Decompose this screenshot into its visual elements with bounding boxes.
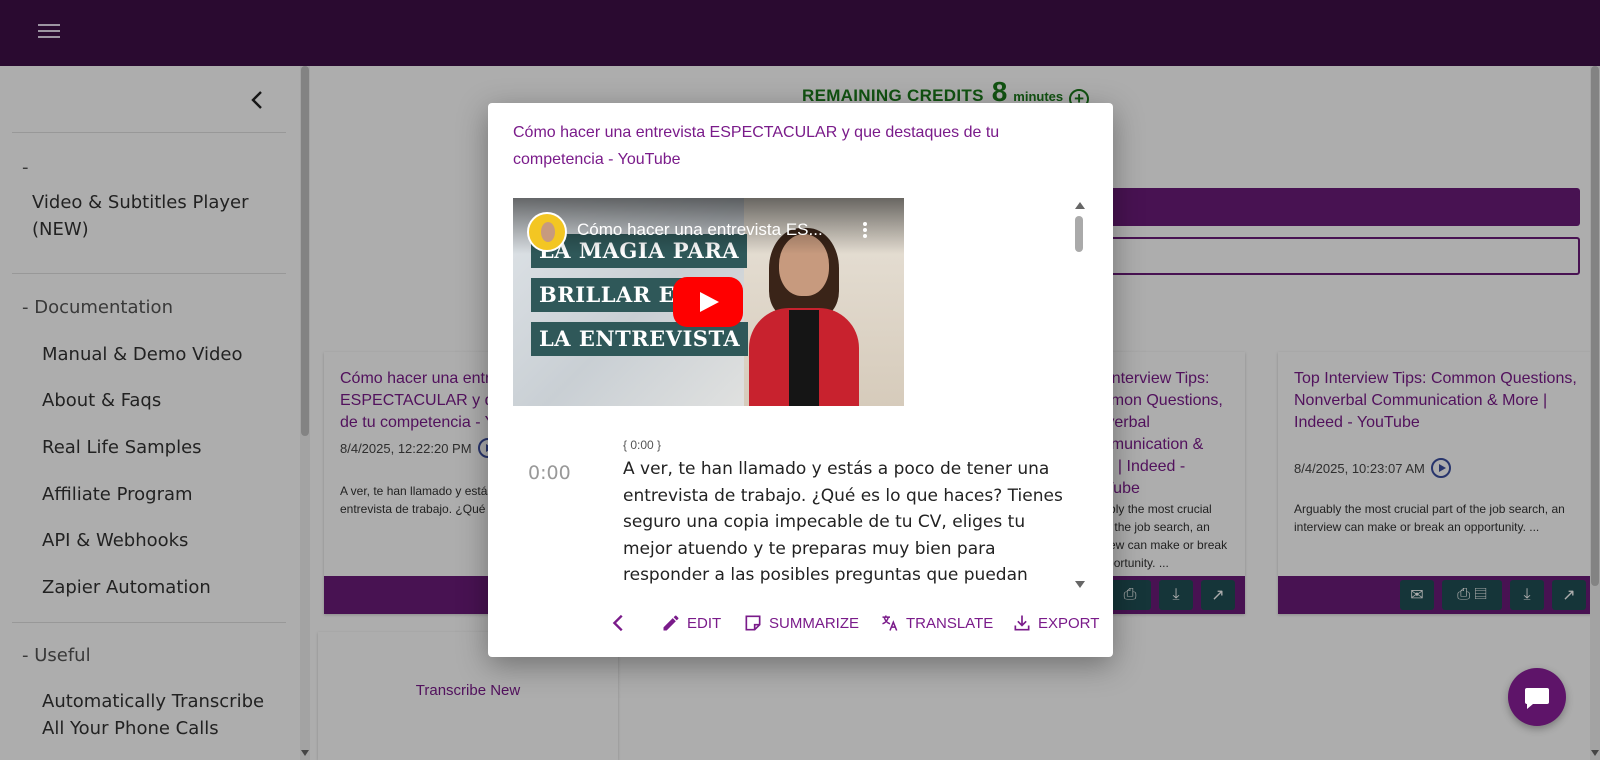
chevron-left-icon <box>612 614 623 632</box>
dialog-scroll-area[interactable]: LA MAGIA PARA BRILLAR EN LA ENTREVISTA C… <box>513 198 1083 590</box>
translate-label: TRANSLATE <box>906 614 994 632</box>
export-label: EXPORT <box>1038 614 1100 632</box>
translate-icon <box>882 615 898 631</box>
edit-button[interactable]: EDIT <box>661 609 721 637</box>
dialog-actions: EDIT SUMMARIZE TRANSLATE EXPORT <box>488 603 1113 643</box>
back-button[interactable] <box>608 609 636 637</box>
segment-text[interactable]: A ver, te han llamado y estás a poco de … <box>623 456 1063 589</box>
transcript-dialog: Cómo hacer una entrevista ESPECTACULAR y… <box>488 103 1113 657</box>
more-vert-icon[interactable] <box>863 222 867 238</box>
channel-avatar[interactable] <box>527 212 567 252</box>
dialog-scrollbar[interactable] <box>1073 198 1085 590</box>
chat-icon <box>1525 688 1549 709</box>
summarize-icon <box>745 615 761 631</box>
scrollbar-thumb[interactable] <box>1075 216 1083 252</box>
segment-marker: { 0:00 } <box>623 438 662 452</box>
export-icon <box>1014 615 1030 631</box>
edit-label: EDIT <box>687 614 722 632</box>
summarize-label: SUMMARIZE <box>769 614 859 632</box>
summarize-button[interactable]: SUMMARIZE <box>743 609 859 637</box>
edit-icon <box>663 615 679 631</box>
segment-timestamp[interactable]: 0:00 <box>528 462 571 484</box>
scroll-down-arrow[interactable] <box>1075 581 1085 588</box>
youtube-video-player[interactable]: LA MAGIA PARA BRILLAR EN LA ENTREVISTA C… <box>513 198 904 406</box>
dialog-title: Cómo hacer una entrevista ESPECTACULAR y… <box>513 124 1000 168</box>
chat-button[interactable] <box>1508 668 1566 726</box>
youtube-play-button[interactable] <box>673 277 743 327</box>
video-title[interactable]: Cómo hacer una entrevista ES... <box>577 220 823 240</box>
scroll-up-arrow[interactable] <box>1075 202 1085 209</box>
video-overlay-line: LA ENTREVISTA <box>531 322 749 356</box>
translate-button[interactable]: TRANSLATE <box>880 609 993 637</box>
export-button[interactable]: EXPORT <box>1012 609 1099 637</box>
video-presenter <box>749 228 859 406</box>
